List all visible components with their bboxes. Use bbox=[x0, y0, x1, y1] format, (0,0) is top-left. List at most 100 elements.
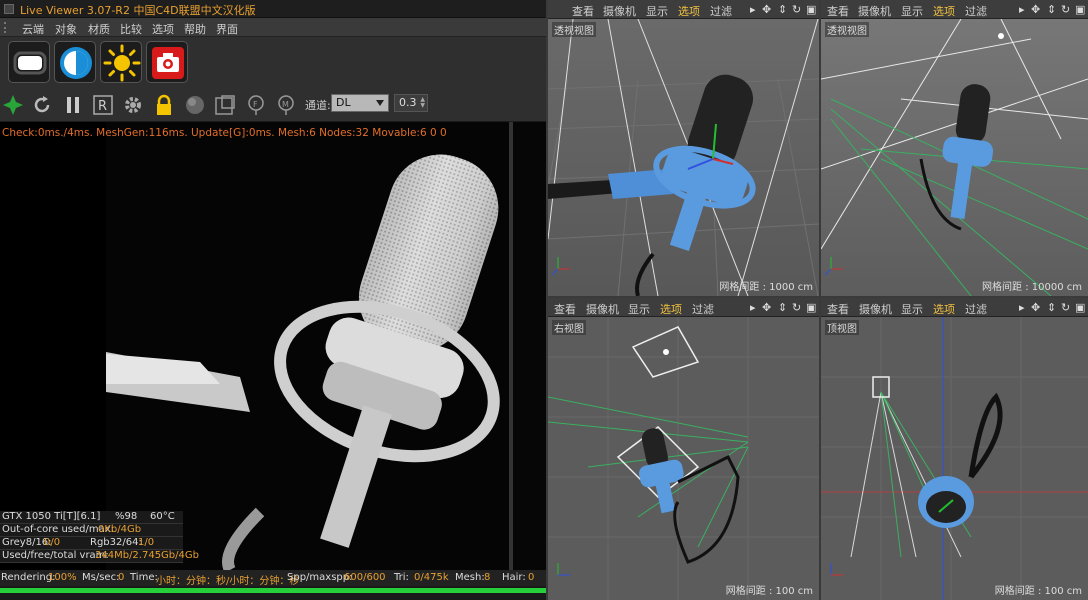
octane-icon[interactable] bbox=[2, 94, 24, 116]
maximize-view-icon[interactable]: ▣ bbox=[1075, 301, 1085, 314]
gear-icon[interactable] bbox=[122, 94, 144, 116]
maximize-view-icon[interactable]: ▣ bbox=[806, 301, 816, 314]
hair-value: 0 bbox=[528, 572, 535, 583]
menu-compare[interactable]: 比较 bbox=[120, 21, 142, 37]
menu-options[interactable]: 选项 bbox=[678, 3, 700, 19]
viewport-top[interactable]: 查看 摄像机 显示 选项 过滤 ▸ ✥ ⇕ ↻ ▣ 顶视图 网格间距: 100… bbox=[821, 298, 1088, 600]
maximize-view-icon[interactable]: ▣ bbox=[1075, 3, 1085, 16]
tool-strip: R F M bbox=[0, 87, 546, 122]
zoom-view-icon[interactable]: ⇕ bbox=[1047, 301, 1056, 314]
menu-display[interactable]: 显示 bbox=[628, 301, 650, 317]
svg-text:M: M bbox=[282, 100, 289, 109]
menu-object[interactable]: 对象 bbox=[55, 21, 77, 37]
viewport-canvas[interactable]: 右视图 网格间距 : 100 cm bbox=[548, 317, 819, 600]
rotate-view-icon[interactable]: ↻ bbox=[792, 3, 801, 16]
zoom-view-icon[interactable]: ⇕ bbox=[778, 3, 787, 16]
menu-cloud[interactable]: 云端 bbox=[22, 21, 44, 37]
viewport-label: 右视图 bbox=[552, 320, 586, 335]
lock-icon[interactable] bbox=[153, 94, 175, 116]
render-stats-bar: Rendering: 100% Ms/sec: 0 Time: 小时：分钟：秒/… bbox=[0, 570, 546, 587]
menu-filter[interactable]: 过滤 bbox=[965, 301, 987, 317]
menu-options[interactable]: 选项 bbox=[933, 301, 955, 317]
rgb-label: Rgb32/64: bbox=[90, 537, 142, 548]
menu-filter[interactable]: 过滤 bbox=[710, 3, 732, 19]
material-icon[interactable]: M bbox=[275, 94, 297, 116]
spp-value: 600/600 bbox=[344, 572, 386, 583]
maximize-view-icon[interactable]: ▣ bbox=[806, 3, 816, 16]
menu-view[interactable]: 查看 bbox=[827, 3, 849, 19]
scene-wireframe bbox=[821, 317, 1088, 600]
viewport-perspective-2[interactable]: 查看 摄像机 显示 选项 过滤 ▸ ✥ ⇕ ↻ ▣ 透视视图 网格间距: 10… bbox=[821, 0, 1088, 296]
menu-display[interactable]: 显示 bbox=[901, 3, 923, 19]
render-view[interactable] bbox=[0, 122, 546, 570]
menu-interface[interactable]: 界面 bbox=[216, 21, 238, 37]
lamp-icon bbox=[13, 51, 47, 75]
sun-button[interactable] bbox=[100, 41, 142, 83]
spinner-icon[interactable]: ▲ ▼ bbox=[420, 97, 425, 109]
menu-display[interactable]: 显示 bbox=[646, 3, 668, 19]
time-label: Time: bbox=[130, 572, 158, 583]
camera-button[interactable] bbox=[146, 41, 188, 83]
sun-icon bbox=[103, 44, 141, 82]
svg-text:R: R bbox=[98, 99, 107, 114]
more-arrow-icon[interactable]: ▸ bbox=[1019, 301, 1025, 314]
region-icon[interactable] bbox=[214, 94, 236, 116]
move-view-icon[interactable]: ✥ bbox=[1031, 3, 1040, 16]
move-view-icon[interactable]: ✥ bbox=[762, 3, 771, 16]
menu-camera[interactable]: 摄像机 bbox=[586, 301, 619, 317]
viewport-right[interactable]: 查看 摄像机 显示 选项 过滤 ▸ ✥ ⇕ ↻ ▣ 右视图 网格间距: 100… bbox=[548, 298, 819, 600]
gpu-usage: %98 bbox=[115, 511, 138, 522]
ms-value: 0 bbox=[118, 572, 125, 583]
menu-options[interactable]: 选项 bbox=[933, 3, 955, 19]
chevron-down-icon bbox=[376, 100, 384, 106]
viewport-canvas[interactable]: 顶视图 网格间距 : 100 cm bbox=[821, 317, 1088, 600]
rotate-view-icon[interactable]: ↻ bbox=[792, 301, 801, 314]
sphere-icon[interactable] bbox=[184, 94, 206, 116]
rotate-view-icon[interactable]: ↻ bbox=[1061, 3, 1070, 16]
zoom-view-icon[interactable]: ⇕ bbox=[1047, 3, 1056, 16]
menu-filter[interactable]: 过滤 bbox=[692, 301, 714, 317]
more-arrow-icon[interactable]: ▸ bbox=[1019, 3, 1025, 16]
menu-view[interactable]: 查看 bbox=[827, 301, 849, 317]
rendering-value: 100% bbox=[48, 572, 77, 583]
refresh-icon[interactable] bbox=[31, 94, 53, 116]
tri-value: 0/475k bbox=[414, 572, 449, 583]
channel-number-field[interactable]: 0.3 ▲ ▼ bbox=[394, 94, 428, 112]
grid-spacing: 网格间距 : 100 cm bbox=[994, 586, 1082, 597]
menu-options[interactable]: 选项 bbox=[152, 21, 174, 37]
menu-camera[interactable]: 摄像机 bbox=[859, 301, 892, 317]
menu-bar: 云端 对象 材质 比较 选项 帮助 界面 bbox=[0, 18, 546, 37]
ms-label: Ms/sec: bbox=[82, 572, 120, 583]
move-view-icon[interactable]: ✥ bbox=[1031, 301, 1040, 314]
viewport-label: 透视视图 bbox=[552, 22, 596, 37]
viewport-menu: 查看 摄像机 显示 选项 过滤 ▸ ✥ ⇕ ↻ ▣ bbox=[548, 0, 819, 19]
menu-options[interactable]: 选项 bbox=[660, 301, 682, 317]
menu-help[interactable]: 帮助 bbox=[184, 21, 206, 37]
more-arrow-icon[interactable]: ▸ bbox=[750, 3, 756, 16]
svg-text:F: F bbox=[253, 100, 258, 109]
pause-icon[interactable] bbox=[62, 94, 84, 116]
viewport-perspective-1[interactable]: 查看 摄像机 显示 选项 过滤 ▸ ✥ ⇕ ↻ ▣ 透视视图 网格间距: 10… bbox=[548, 0, 819, 296]
move-view-icon[interactable]: ✥ bbox=[762, 301, 771, 314]
channel-select[interactable]: DL bbox=[331, 94, 389, 112]
menu-display[interactable]: 显示 bbox=[901, 301, 923, 317]
focus-icon[interactable]: F bbox=[245, 94, 267, 116]
menu-filter[interactable]: 过滤 bbox=[965, 3, 987, 19]
rotate-view-icon[interactable]: ↻ bbox=[1061, 301, 1070, 314]
more-arrow-icon[interactable]: ▸ bbox=[750, 301, 756, 314]
spp-label: Spp/maxspp: bbox=[287, 572, 353, 583]
camera-icon bbox=[152, 47, 184, 79]
contrast-button[interactable] bbox=[54, 41, 96, 83]
menu-view[interactable]: 查看 bbox=[572, 3, 594, 19]
zoom-view-icon[interactable]: ⇕ bbox=[778, 301, 787, 314]
r-icon[interactable]: R bbox=[92, 94, 114, 116]
viewport-canvas[interactable]: 透视视图 网格间距 : 10000 cm bbox=[821, 19, 1088, 296]
app-title: Live Viewer 3.07-R2 中国C4D联盟中文汉化版 bbox=[20, 4, 256, 17]
menu-camera[interactable]: 摄像机 bbox=[603, 3, 636, 19]
viewport-canvas[interactable]: 透视视图 网格间距 : 1000 cm bbox=[548, 19, 819, 296]
grey-value: 0/0 bbox=[44, 537, 61, 548]
menu-material[interactable]: 材质 bbox=[88, 21, 110, 37]
menu-view[interactable]: 查看 bbox=[554, 301, 576, 317]
lamp-button[interactable] bbox=[8, 41, 50, 83]
menu-camera[interactable]: 摄像机 bbox=[858, 3, 891, 19]
